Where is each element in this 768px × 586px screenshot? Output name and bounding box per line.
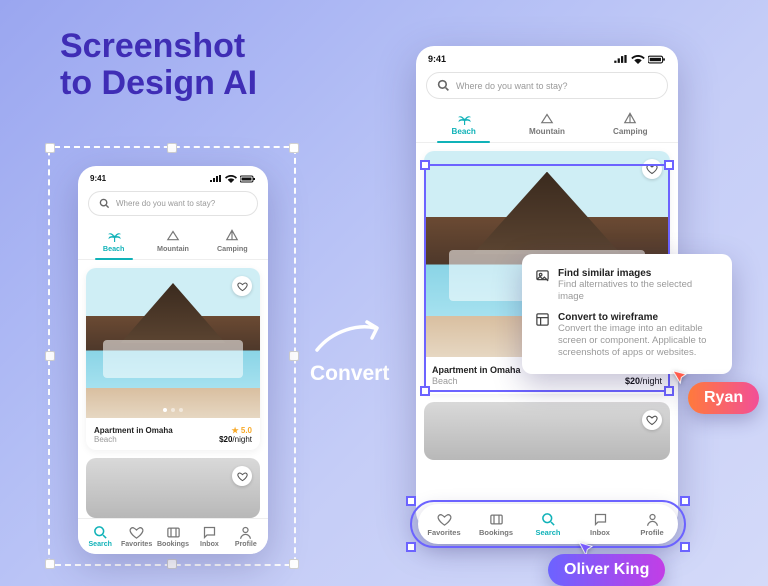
search-icon xyxy=(437,79,450,92)
search-placeholder: Where do you want to stay? xyxy=(116,199,215,208)
favorite-button[interactable] xyxy=(232,466,252,486)
listing-image xyxy=(86,268,260,418)
convert-label: Convert xyxy=(310,362,389,386)
menu-find-similar[interactable]: Find similar images Find alternatives to… xyxy=(534,264,720,308)
menu-convert-wireframe[interactable]: Convert to wireframe Convert the image i… xyxy=(534,308,720,364)
tab-mountain[interactable]: Mountain xyxy=(505,107,588,142)
headline: Screenshot to Design AI xyxy=(60,28,257,103)
search-wrapper: Where do you want to stay? xyxy=(416,68,678,105)
heart-icon xyxy=(646,414,658,426)
palm-icon xyxy=(457,111,471,125)
collaborator-cursor-ryan xyxy=(671,367,690,386)
headline-line1: Screenshot xyxy=(60,28,257,65)
nav-profile[interactable]: Profile xyxy=(228,525,264,548)
listing-card[interactable]: Apartment in Omaha ★ 5.0 Beach $20/night xyxy=(86,268,260,450)
status-bar: 9:41 xyxy=(416,46,678,68)
status-signals xyxy=(614,55,666,64)
category-tabs: Beach Mountain Camping xyxy=(416,105,678,143)
headline-line2: to Design AI xyxy=(60,65,257,102)
menu-item-title: Convert to wireframe xyxy=(558,312,720,323)
search-placeholder: Where do you want to stay? xyxy=(456,81,568,91)
status-signals xyxy=(210,175,256,183)
search-input[interactable]: Where do you want to stay? xyxy=(88,191,258,216)
chat-icon xyxy=(202,525,217,540)
listing-title: Apartment in Omaha xyxy=(94,426,173,435)
collaborator-pill-oliver: Oliver King xyxy=(548,554,665,586)
profile-icon xyxy=(238,525,253,540)
tab-mountain[interactable]: Mountain xyxy=(143,224,202,259)
nav-favorites[interactable]: Favorites xyxy=(118,525,154,548)
favorite-button[interactable] xyxy=(642,410,662,430)
listing-card-2[interactable] xyxy=(86,458,260,518)
nav-bookings[interactable]: Bookings xyxy=(155,525,191,548)
convert-arrow: Convert xyxy=(310,318,389,386)
favorite-button[interactable] xyxy=(232,276,252,296)
mountain-icon xyxy=(166,228,180,242)
collaborator-pill-ryan: Ryan xyxy=(688,382,759,414)
tab-camping[interactable]: Camping xyxy=(589,107,672,142)
tab-beach[interactable]: Beach xyxy=(84,224,143,259)
tickets-icon xyxy=(166,525,181,540)
search-input[interactable]: Where do you want to stay? xyxy=(426,72,668,99)
tab-beach[interactable]: Beach xyxy=(422,107,505,142)
palm-icon xyxy=(107,228,121,242)
bottom-nav: Search Favorites Bookings Inbox Profile xyxy=(78,518,268,554)
status-time: 9:41 xyxy=(428,54,446,64)
tab-camping[interactable]: Camping xyxy=(203,224,262,259)
tent-icon xyxy=(225,228,239,242)
image-search-icon xyxy=(534,268,550,284)
search-icon xyxy=(99,198,110,209)
status-time: 9:41 xyxy=(90,174,106,183)
search-wrapper: Where do you want to stay? xyxy=(78,187,268,222)
menu-item-sub: Convert the image into an editable scree… xyxy=(558,323,720,360)
heart-icon xyxy=(237,281,248,292)
menu-item-sub: Find alternatives to the selected image xyxy=(558,279,720,304)
category-tabs: Beach Mountain Camping xyxy=(78,222,268,260)
menu-item-title: Find similar images xyxy=(558,268,720,279)
nav-inbox[interactable]: Inbox xyxy=(191,525,227,548)
search-icon xyxy=(93,525,108,540)
listing-rating: ★ 5.0 xyxy=(231,426,252,435)
mountain-icon xyxy=(540,111,554,125)
heart-icon xyxy=(237,471,248,482)
listing-card-2[interactable] xyxy=(424,402,670,460)
tent-icon xyxy=(623,111,637,125)
listing-price: $20/night xyxy=(219,435,252,444)
heart-icon xyxy=(129,525,144,540)
design-selection-frame-nav[interactable] xyxy=(410,500,686,548)
source-phone-mock: 9:41 Where do you want to stay? Beach Mo… xyxy=(78,166,268,554)
status-bar: 9:41 xyxy=(78,166,268,187)
listing-category: Beach xyxy=(94,435,117,444)
wireframe-icon xyxy=(534,312,550,328)
context-menu[interactable]: Find similar images Find alternatives to… xyxy=(522,254,732,374)
carousel-dots xyxy=(86,408,260,412)
nav-search[interactable]: Search xyxy=(82,525,118,548)
